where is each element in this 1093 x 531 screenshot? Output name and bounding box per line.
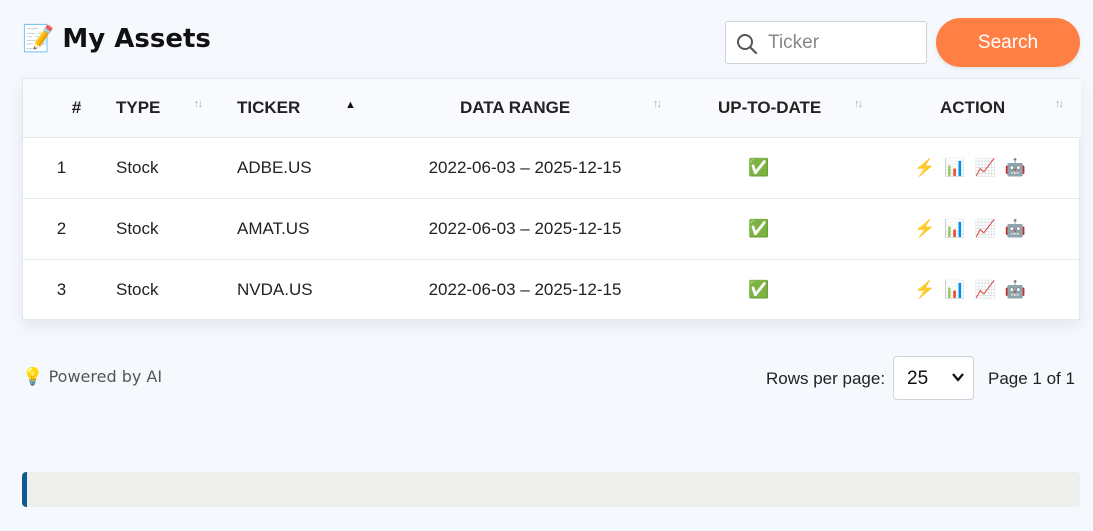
table-row: 3 Stock NVDA.US 2022-06-03 – 2025-12-15 … xyxy=(23,259,1081,320)
asset-ticker: NVDA.US xyxy=(237,279,313,299)
rows-per-page-value: 25 xyxy=(907,368,929,389)
search-icon xyxy=(737,34,758,55)
line-chart-icon[interactable]: 📈 xyxy=(975,159,996,176)
powered-by-text: Powered by AI xyxy=(48,367,163,386)
page-title: 📝 My Assets xyxy=(22,24,211,54)
row-actions: ⚡ 📊 📈 🤖 xyxy=(859,198,1081,259)
column-header-number[interactable]: # ↑↓ xyxy=(23,79,100,137)
data-range: 2022-06-03 – 2025-12-15 xyxy=(428,218,622,238)
assets-table: # ↑↓ TYPE ↑↓ TICKER ▲ DATA RANGE ↑↓ UP-T… xyxy=(22,78,1081,320)
progress-bar xyxy=(22,472,1080,507)
search-box[interactable] xyxy=(725,21,927,64)
bar-chart-icon[interactable]: 📊 xyxy=(944,220,965,237)
page-title-text: My Assets xyxy=(62,24,211,54)
sort-icon[interactable]: ↑↓ xyxy=(74,98,83,110)
row-number: 1 xyxy=(56,157,67,177)
up-to-date-status: ✅ xyxy=(659,137,859,198)
column-header-ticker[interactable]: TICKER ▲ xyxy=(221,79,391,137)
asset-type: Stock xyxy=(116,279,159,299)
chevron-down-icon xyxy=(952,373,964,382)
rows-per-page-label: Rows per page: xyxy=(766,369,886,388)
progress-fill xyxy=(22,472,27,507)
up-to-date-status: ✅ xyxy=(659,198,859,259)
asset-type: Stock xyxy=(116,218,159,238)
table-row: 2 Stock AMAT.US 2022-06-03 – 2025-12-15 … xyxy=(23,198,1081,259)
data-range: 2022-06-03 – 2025-12-15 xyxy=(428,157,622,177)
up-to-date-status: ✅ xyxy=(659,259,859,320)
sort-ascending-icon[interactable]: ▲ xyxy=(345,99,356,111)
check-icon: ✅ xyxy=(748,279,770,299)
column-header-action[interactable]: ACTION ↑↓ xyxy=(859,79,1081,137)
lightning-icon[interactable]: ⚡ xyxy=(914,281,935,298)
sort-icon[interactable]: ↑↓ xyxy=(194,98,203,110)
rows-per-page-select[interactable]: 25 xyxy=(893,356,974,400)
column-header-type[interactable]: TYPE ↑↓ xyxy=(100,79,221,137)
page-header: 📝 My Assets Search xyxy=(22,18,1080,67)
data-range: 2022-06-03 – 2025-12-15 xyxy=(428,279,622,299)
asset-ticker: ADBE.US xyxy=(237,157,312,177)
line-chart-icon[interactable]: 📈 xyxy=(975,281,996,298)
lightning-icon[interactable]: ⚡ xyxy=(914,159,935,176)
column-header-data-range[interactable]: DATA RANGE ↑↓ xyxy=(391,79,662,137)
asset-ticker: AMAT.US xyxy=(237,218,310,238)
row-number: 3 xyxy=(56,279,67,299)
lightbulb-icon: 💡 xyxy=(22,367,44,387)
sort-icon[interactable]: ↑↓ xyxy=(1055,98,1064,110)
robot-icon[interactable]: 🤖 xyxy=(1005,220,1026,237)
table-header-row: # ↑↓ TYPE ↑↓ TICKER ▲ DATA RANGE ↑↓ UP-T… xyxy=(23,79,1081,137)
row-number: 2 xyxy=(56,218,67,238)
row-actions: ⚡ 📊 📈 🤖 xyxy=(859,259,1081,320)
line-chart-icon[interactable]: 📈 xyxy=(975,220,996,237)
check-icon: ✅ xyxy=(748,218,770,238)
page-info: Page 1 of 1 xyxy=(988,369,1075,388)
robot-icon[interactable]: 🤖 xyxy=(1005,159,1026,176)
search-button[interactable]: Search xyxy=(936,18,1080,67)
bar-chart-icon[interactable]: 📊 xyxy=(944,159,965,176)
memo-icon: 📝 xyxy=(22,24,55,54)
robot-icon[interactable]: 🤖 xyxy=(1005,281,1026,298)
column-header-up-to-date[interactable]: UP-TO-DATE ↑↓ xyxy=(659,79,863,137)
row-actions: ⚡ 📊 📈 🤖 xyxy=(859,137,1081,198)
lightning-icon[interactable]: ⚡ xyxy=(914,220,935,237)
check-icon: ✅ xyxy=(748,157,770,177)
powered-by-ai: 💡 Powered by AI xyxy=(22,367,162,387)
table-row: 1 Stock ADBE.US 2022-06-03 – 2025-12-15 … xyxy=(23,137,1081,198)
asset-type: Stock xyxy=(116,157,159,177)
ticker-search-input[interactable] xyxy=(768,30,918,56)
bar-chart-icon[interactable]: 📊 xyxy=(944,281,965,298)
